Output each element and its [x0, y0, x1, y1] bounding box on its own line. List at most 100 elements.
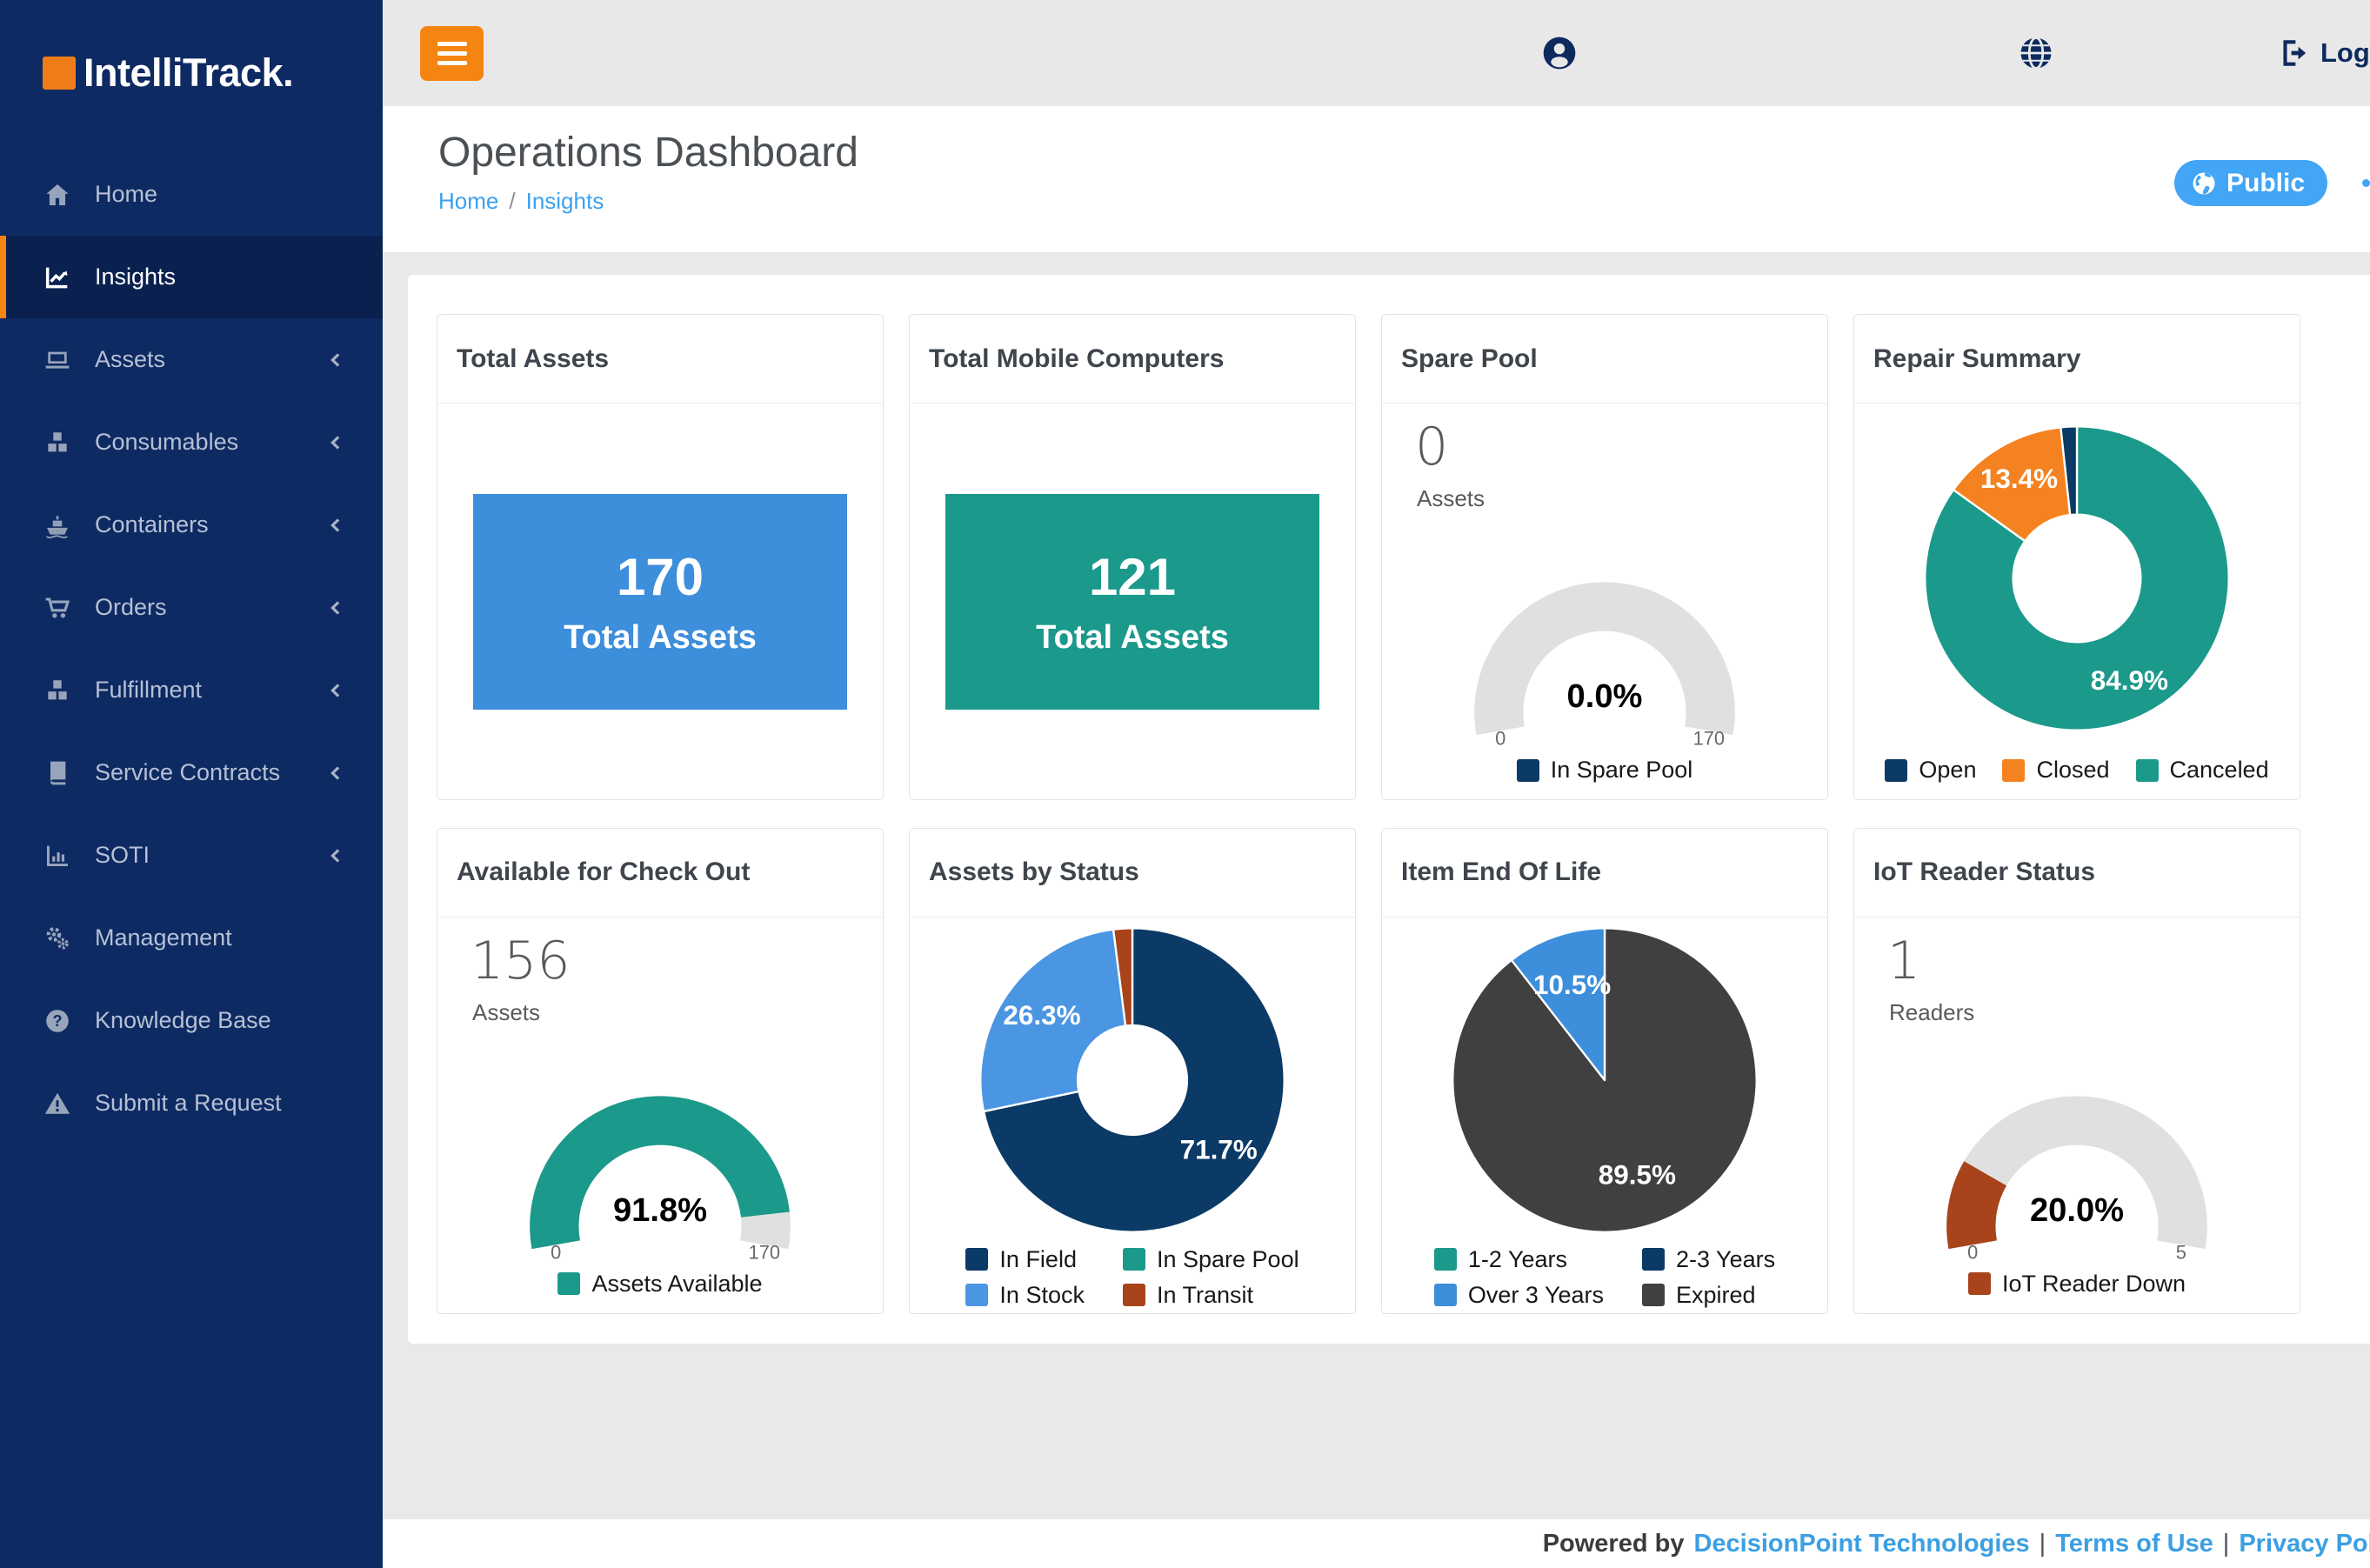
sidebar-item-home[interactable]: Home — [0, 153, 383, 236]
sidebar-item-consumables[interactable]: Consumables — [0, 401, 383, 484]
sidebar-item-label: Consumables — [95, 429, 238, 456]
stat-label: Total Assets — [1036, 619, 1229, 657]
warning-triangle-icon — [43, 1089, 72, 1118]
language-globe-icon[interactable] — [2018, 35, 2054, 71]
page-title: Operations Dashboard — [438, 129, 858, 177]
legend-item-in-spare-pool[interactable]: In Spare Pool — [1123, 1246, 1299, 1273]
chevron-left-icon — [325, 845, 346, 866]
legend-item-in-field[interactable]: In Field — [965, 1246, 1077, 1273]
card-repair-summary: Repair Summary 84.9%13.4% OpenClosedCanc… — [1853, 314, 2300, 800]
question-circle-icon: ? — [43, 1006, 72, 1036]
available-gauge-chart: 91.8%0170 — [486, 1064, 834, 1262]
brand-logo[interactable]: IntelliTrack. — [0, 0, 383, 96]
more-options-button[interactable] — [2360, 172, 2370, 194]
svg-text:0: 0 — [1967, 1241, 1978, 1262]
logout-label: Logout — [2320, 37, 2370, 69]
sidebar-item-label: Home — [95, 181, 157, 208]
legend-item-expired[interactable]: Expired — [1642, 1282, 1756, 1309]
legend-label: 2-3 Years — [1676, 1246, 1775, 1273]
spare-pool-count-label: Assets — [1417, 485, 1827, 512]
card-iot-reader-status: IoT Reader Status 1 Readers 20.0%05 IoT … — [1853, 828, 2300, 1314]
legend-label: Canceled — [2170, 757, 2269, 784]
legend-swatch — [965, 1248, 988, 1271]
legend-swatch — [1123, 1248, 1145, 1271]
total-assets-stat-box: 170 Total Assets — [473, 494, 847, 710]
sidebar-item-label: Knowledge Base — [95, 1007, 271, 1034]
book-icon — [43, 758, 72, 788]
sidebar: IntelliTrack. Home Insights Assets Consumab… — [0, 0, 383, 1568]
legend-item-over-3-years[interactable]: Over 3 Years — [1434, 1282, 1604, 1309]
main-area: Logout Operations Dashboard Home / Insig… — [383, 0, 2370, 1568]
legend-item-in-spare-pool[interactable]: In Spare Pool — [1517, 757, 1693, 784]
legend-item-in-stock[interactable]: In Stock — [965, 1282, 1085, 1309]
legend-label: Open — [1919, 757, 1976, 784]
sidebar-item-label: Assets — [95, 346, 165, 373]
sidebar-item-management[interactable]: Management — [0, 897, 383, 979]
legend-swatch — [1434, 1248, 1457, 1271]
public-globe-icon — [2190, 170, 2218, 197]
chevron-left-icon — [325, 680, 346, 701]
readers-count-label: Readers — [1889, 999, 2300, 1026]
company-link[interactable]: DecisionPoint Technologies — [1693, 1530, 2029, 1558]
chevron-left-icon — [325, 763, 346, 784]
sidebar-item-orders[interactable]: Orders — [0, 566, 383, 649]
menu-toggle-button[interactable] — [420, 26, 484, 81]
legend-label: In Stock — [999, 1282, 1085, 1309]
legend-item-in-transit[interactable]: In Transit — [1123, 1282, 1253, 1309]
laptop-icon — [43, 345, 72, 375]
user-profile-icon[interactable] — [1540, 34, 1579, 72]
terms-of-use-link[interactable]: Terms of Use — [2055, 1530, 2213, 1558]
legend-item-iot-reader-down[interactable]: IoT Reader Down — [1968, 1271, 2186, 1298]
privacy-policy-link[interactable]: Privacy Policy — [2239, 1530, 2370, 1558]
sidebar-item-fulfillment[interactable]: Fulfillment — [0, 649, 383, 731]
total-mobile-computers-stat-box: 121 Total Assets — [945, 494, 1319, 710]
legend-label: In Spare Pool — [1551, 757, 1693, 784]
sidebar-item-service-contracts[interactable]: Service Contracts — [0, 731, 383, 814]
legend-item-open[interactable]: Open — [1885, 757, 1976, 784]
available-count: 156 — [471, 935, 883, 987]
sidebar-item-soti[interactable]: SOTI — [0, 814, 383, 897]
chevron-left-icon — [325, 350, 346, 370]
svg-text:0.0%: 0.0% — [1567, 677, 1643, 715]
card-title: Item End Of Life — [1382, 829, 1827, 917]
legend-item-canceled[interactable]: Canceled — [2136, 757, 2269, 784]
legend-label: In Field — [999, 1246, 1077, 1273]
sidebar-item-submit-a-request[interactable]: Submit a Request — [0, 1062, 383, 1144]
legend-item-assets-available[interactable]: Assets Available — [557, 1271, 762, 1298]
legend-item-closed[interactable]: Closed — [2002, 757, 2109, 784]
powered-by-label: Powered by — [1543, 1530, 1685, 1558]
sidebar-item-assets[interactable]: Assets — [0, 318, 383, 401]
legend-swatch — [1642, 1248, 1665, 1271]
card-title: Total Mobile Computers — [910, 315, 1355, 404]
globe-icon — [2018, 35, 2054, 71]
breadcrumb-insights-link[interactable]: Insights — [526, 188, 604, 215]
cubes-icon — [43, 676, 72, 705]
visibility-badge[interactable]: Public — [2174, 160, 2327, 206]
sidebar-item-containers[interactable]: Containers — [0, 484, 383, 566]
breadcrumb-separator: / — [509, 188, 515, 215]
legend-swatch — [965, 1284, 988, 1306]
svg-text:13.4%: 13.4% — [1980, 464, 2058, 494]
legend-swatch — [1434, 1284, 1457, 1306]
sidebar-item-insights[interactable]: Insights — [0, 236, 383, 318]
legend-label: Closed — [2036, 757, 2109, 784]
gears-icon — [43, 924, 72, 953]
dashboard-panel: Total Assets 170 Total Assets Total Mobi… — [408, 275, 2370, 1344]
legend-item-1-2-years[interactable]: 1-2 Years — [1434, 1246, 1567, 1273]
card-title: Available for Check Out — [437, 829, 883, 917]
visibility-badge-label: Public — [2226, 169, 2305, 198]
card-total-mobile-computers: Total Mobile Computers 121 Total Assets — [909, 314, 1356, 800]
svg-text:20.0%: 20.0% — [2030, 1191, 2124, 1228]
svg-text:0: 0 — [551, 1241, 561, 1262]
stat-label: Total Assets — [564, 619, 757, 657]
legend-swatch — [1642, 1284, 1665, 1306]
logout-button[interactable]: Logout — [2272, 36, 2370, 70]
legend: Assets Available — [437, 1262, 883, 1313]
breadcrumb-home-link[interactable]: Home — [438, 188, 498, 215]
footer-separator: | — [2223, 1530, 2230, 1558]
svg-text:89.5%: 89.5% — [1599, 1159, 1676, 1190]
sidebar-item-label: Containers — [95, 511, 209, 538]
sidebar-item-knowledge-base[interactable]: ? Knowledge Base — [0, 979, 383, 1062]
legend-item-2-3-years[interactable]: 2-3 Years — [1642, 1246, 1775, 1273]
app-root: IntelliTrack. Home Insights Assets Consumab… — [0, 0, 2370, 1568]
